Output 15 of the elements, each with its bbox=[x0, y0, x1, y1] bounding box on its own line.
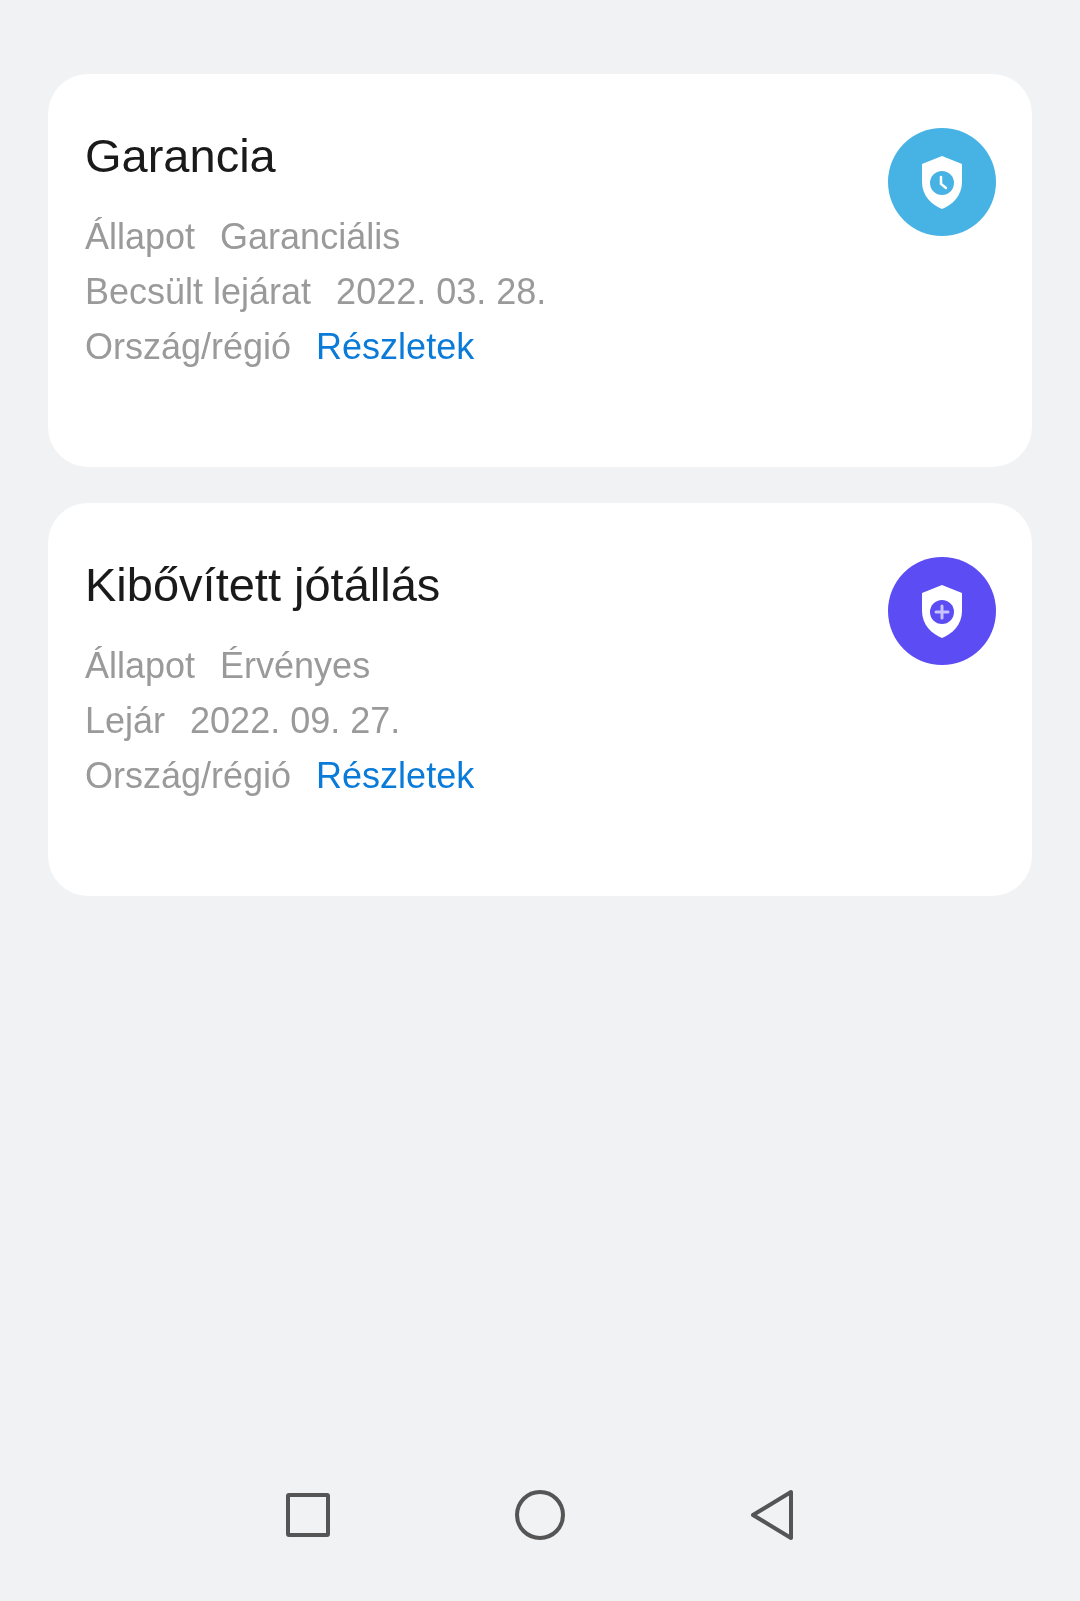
field-label: Lejár bbox=[85, 699, 166, 743]
card-title: Garancia bbox=[85, 128, 277, 184]
field-value: Érvényes bbox=[220, 644, 371, 688]
field-label: Állapot bbox=[85, 644, 196, 688]
field-label: Becsült lejárat bbox=[85, 270, 312, 314]
home-button[interactable] bbox=[514, 1489, 566, 1541]
field-label: Ország/régió bbox=[85, 754, 292, 798]
field-value: 2022. 03. 28. bbox=[336, 270, 547, 314]
card-title: Kibővített jótállás bbox=[85, 557, 442, 613]
field-label: Ország/régió bbox=[85, 325, 292, 369]
field-value: 2022. 09. 27. bbox=[190, 699, 401, 743]
field-label: Állapot bbox=[85, 215, 196, 259]
details-link[interactable]: Részletek bbox=[316, 748, 475, 803]
details-link[interactable]: Részletek bbox=[316, 319, 475, 374]
field-value: Garanciális bbox=[220, 215, 401, 259]
